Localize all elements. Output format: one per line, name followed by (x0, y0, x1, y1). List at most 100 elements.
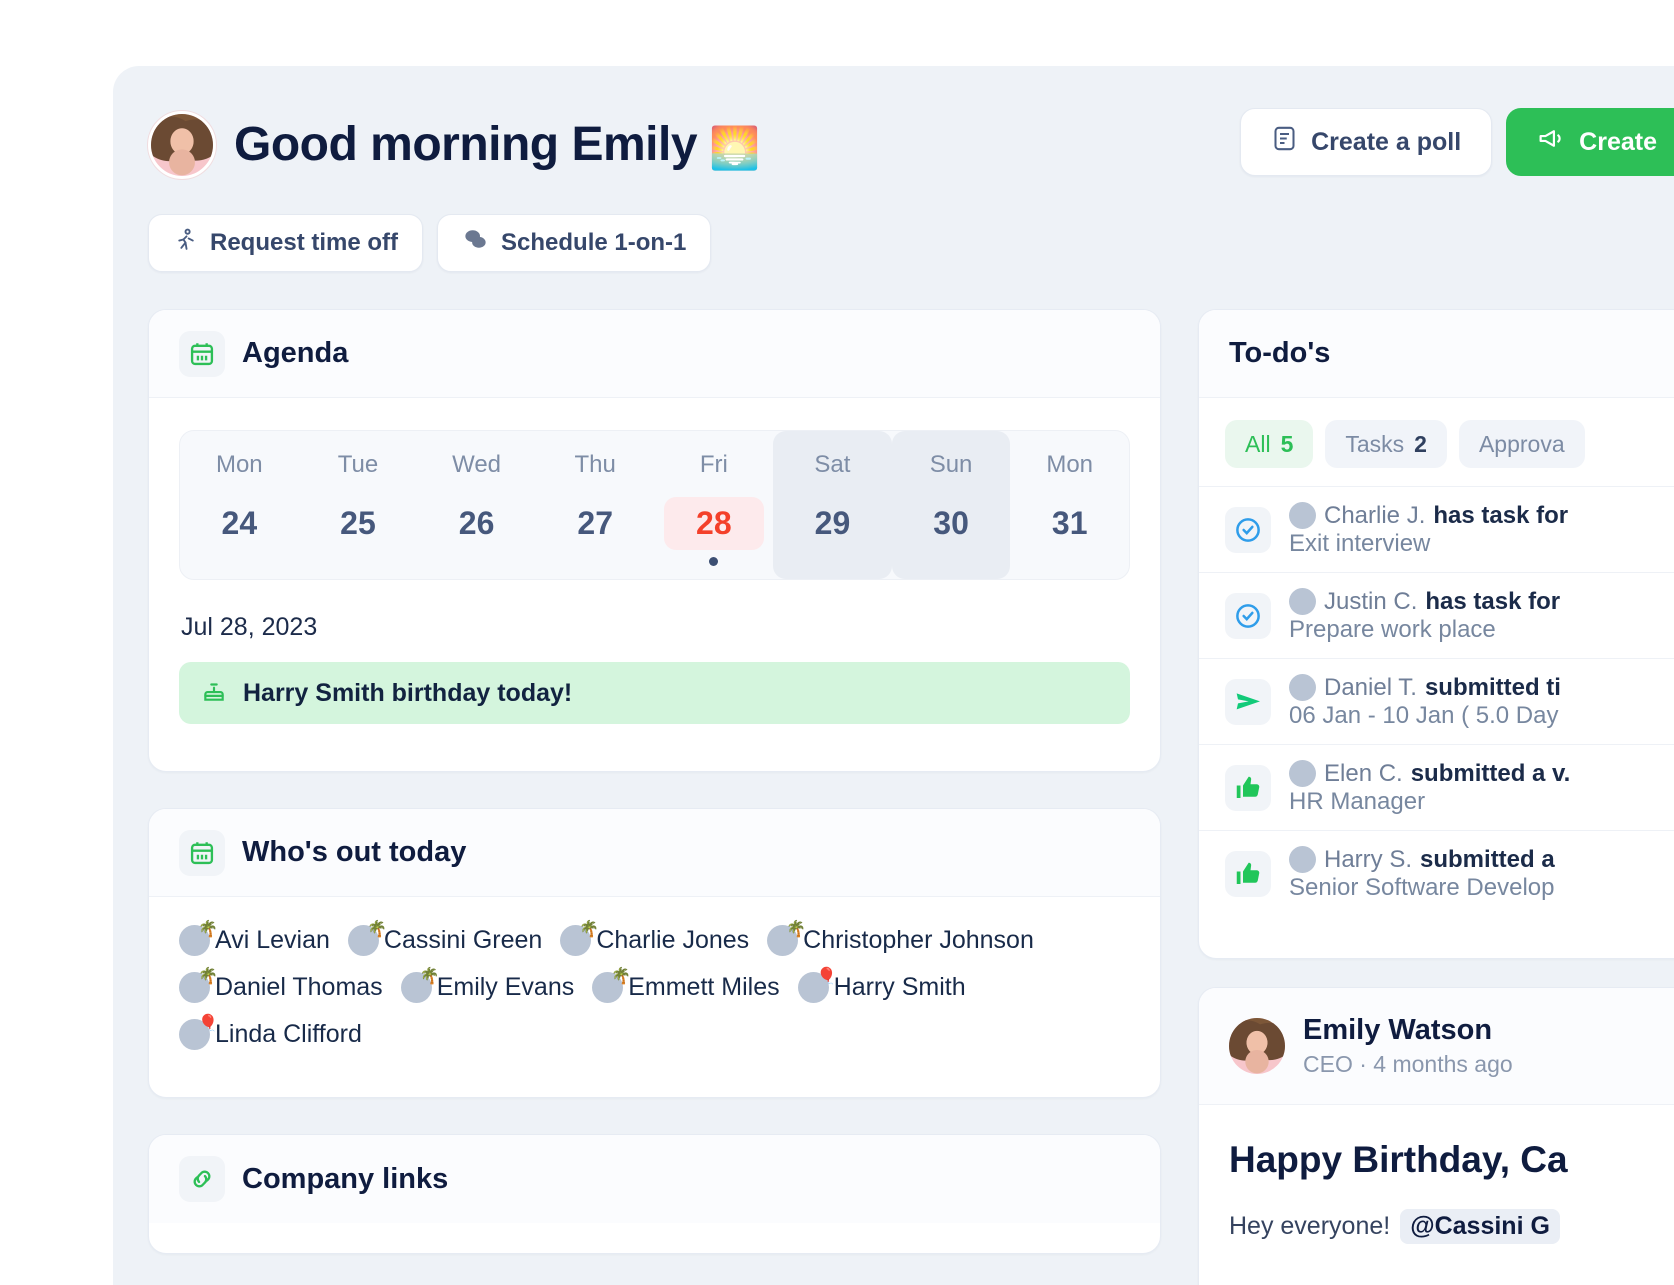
todo-item[interactable]: Charlie J. has task for Exit interview (1199, 486, 1674, 572)
avatar (1289, 674, 1316, 701)
todo-item[interactable]: Justin C. has task for Prepare work plac… (1199, 572, 1674, 658)
company-links-title: Company links (242, 1162, 449, 1195)
avatar (1289, 760, 1316, 787)
list-item[interactable]: 🌴 Cassini Green (347, 922, 543, 956)
thumbs-up-icon (1225, 850, 1271, 897)
birthday-banner[interactable]: Harry Smith birthday today! (179, 662, 1130, 724)
person-name: Avi Levian (215, 926, 330, 954)
todo-who: Charlie J. (1324, 501, 1426, 529)
todo-who: Daniel T. (1324, 673, 1417, 701)
person-name: Harry Smith (833, 973, 966, 1001)
avatar[interactable] (148, 111, 216, 179)
header: Good morning Emily 🌅 Create a poll Creat… (148, 102, 1674, 188)
todo-who: Justin C. (1324, 587, 1418, 615)
thumbs-up-icon (1225, 764, 1271, 811)
list-item[interactable]: 🎈 Harry Smith (797, 969, 966, 1003)
person-name: Cassini Green (383, 926, 543, 954)
avatar (1289, 846, 1316, 873)
todo-text: Justin C. has task for Prepare work plac… (1289, 588, 1560, 644)
request-time-off-label: Request time off (210, 229, 399, 256)
tab-all[interactable]: All 5 (1225, 420, 1314, 468)
tab-all-count: 5 (1280, 430, 1294, 457)
calendar-day[interactable]: Mon 24 (180, 431, 299, 579)
tab-tasks-count: 2 (1414, 430, 1427, 457)
todo-item[interactable]: Daniel T. submitted ti 06 Jan - 10 Jan (… (1199, 658, 1674, 744)
todo-who: Harry S. (1324, 845, 1413, 873)
create-poll-label: Create a poll (1311, 127, 1462, 156)
calendar-day[interactable]: Wed 26 (417, 431, 536, 579)
calendar-day[interactable]: Thu 27 (536, 431, 655, 579)
announcement-author: Emily Watson (1303, 1014, 1493, 1046)
vacation-badge-icon: 🌴 (786, 921, 807, 938)
list-item[interactable]: 🌴 Daniel Thomas (179, 968, 383, 1003)
calendar-day-dow: Wed (452, 451, 502, 478)
create-poll-button[interactable]: Create a poll (1240, 108, 1493, 176)
avatar: 🌴 (179, 922, 218, 956)
agenda-title: Agenda (242, 337, 349, 369)
tab-all-label: All (1245, 430, 1271, 457)
create-button[interactable]: Create (1506, 108, 1674, 176)
list-item[interactable]: 🎈 Linda Clifford (179, 1016, 362, 1050)
vacation-badge-icon: 🌴 (611, 968, 632, 985)
announcement-text: Hey everyone! @Cassini G (1229, 1209, 1674, 1244)
list-item[interactable]: 🌴 Christopher Johnson (767, 921, 1034, 956)
list-item[interactable]: 🌴 Emily Evans (400, 968, 574, 1003)
link-icon (179, 1156, 225, 1202)
calendar-day[interactable]: Sat 29 (773, 431, 892, 579)
announcement-card: Emily Watson CEO · 4 months ago Happy Bi… (1198, 987, 1674, 1285)
vacation-badge-icon: 🌴 (198, 968, 218, 985)
list-item[interactable]: 🌴 Charlie Jones (560, 922, 750, 956)
calendar-day-dow: Sun (929, 451, 973, 478)
company-links-header: Company links (149, 1135, 1160, 1223)
company-links-card: Company links (148, 1134, 1161, 1254)
announcement-title: Happy Birthday, Ca (1229, 1139, 1568, 1180)
todo-action: submitted a (1420, 845, 1555, 873)
todo-line-1: Charlie J. has task for (1289, 502, 1568, 530)
todo-action: has task for (1433, 501, 1569, 529)
calendar-day-num: 27 (577, 505, 613, 541)
todo-item[interactable]: Harry S. submitted a Senior Software Dev… (1199, 830, 1674, 916)
mention-chip[interactable]: @Cassini G (1400, 1209, 1560, 1244)
avatar[interactable] (1229, 1018, 1285, 1074)
todo-who: Elen C. (1324, 759, 1403, 787)
whos-out-title: Who's out today (242, 836, 467, 868)
todos-header: To-do's (1199, 310, 1674, 398)
check-circle-icon (1225, 506, 1271, 553)
sunrise-emoji-icon: 🌅 (709, 125, 761, 171)
calendar-day[interactable]: Tue 25 (299, 431, 418, 579)
calendar-icon (179, 829, 225, 876)
list-item[interactable]: 🌴 Avi Levian (179, 922, 330, 956)
header-actions: Create a poll Create (1240, 108, 1674, 176)
calendar-day-today[interactable]: Fri 28 (655, 431, 774, 579)
calendar-day-num: 25 (340, 505, 376, 541)
todo-detail: 06 Jan - 10 Jan ( 5.0 Day (1289, 701, 1559, 729)
calendar-day-dow: Fri (699, 451, 728, 478)
person-name: Emmett Miles (628, 973, 780, 1001)
schedule-1on1-button[interactable]: Schedule 1-on-1 (437, 214, 712, 272)
todo-action: has task for (1425, 587, 1561, 615)
list-item[interactable]: 🌴 Emmett Miles (592, 969, 780, 1003)
todo-text: Harry S. submitted a Senior Software Dev… (1289, 846, 1555, 902)
megaphone-icon (1537, 124, 1566, 160)
announcement-body: Happy Birthday, Ca Hey everyone! @Cassin… (1199, 1105, 1674, 1244)
avatar: 🎈 (179, 1016, 218, 1050)
greeting-text: Good morning Emily (234, 118, 698, 171)
calendar-day-dow: Sat (814, 451, 851, 478)
whos-out-row: 🎈 Linda Clifford (179, 1016, 1130, 1050)
tab-tasks[interactable]: Tasks 2 (1325, 420, 1447, 468)
calendar-day[interactable]: Sun 30 (891, 431, 1011, 579)
todo-item[interactable]: Elen C. submitted a v. HR Manager (1199, 744, 1674, 830)
birthday-badge-icon: 🎈 (198, 1015, 218, 1032)
todos-title: To-do's (1229, 337, 1331, 369)
chat-bubbles-icon (462, 226, 489, 260)
create-label: Create (1579, 127, 1657, 156)
vacation-badge-icon: 🌴 (419, 968, 440, 985)
birthday-banner-text: Harry Smith birthday today! (243, 678, 573, 707)
meta-separator: · (1359, 1051, 1367, 1077)
person-name: Charlie Jones (596, 926, 750, 954)
request-time-off-button[interactable]: Request time off (148, 214, 424, 272)
tab-approvals[interactable]: Approva (1458, 420, 1585, 468)
person-name: Daniel Thomas (215, 973, 383, 1001)
avatar: 🌴 (592, 969, 631, 1003)
calendar-day[interactable]: Mon 31 (1010, 431, 1129, 579)
